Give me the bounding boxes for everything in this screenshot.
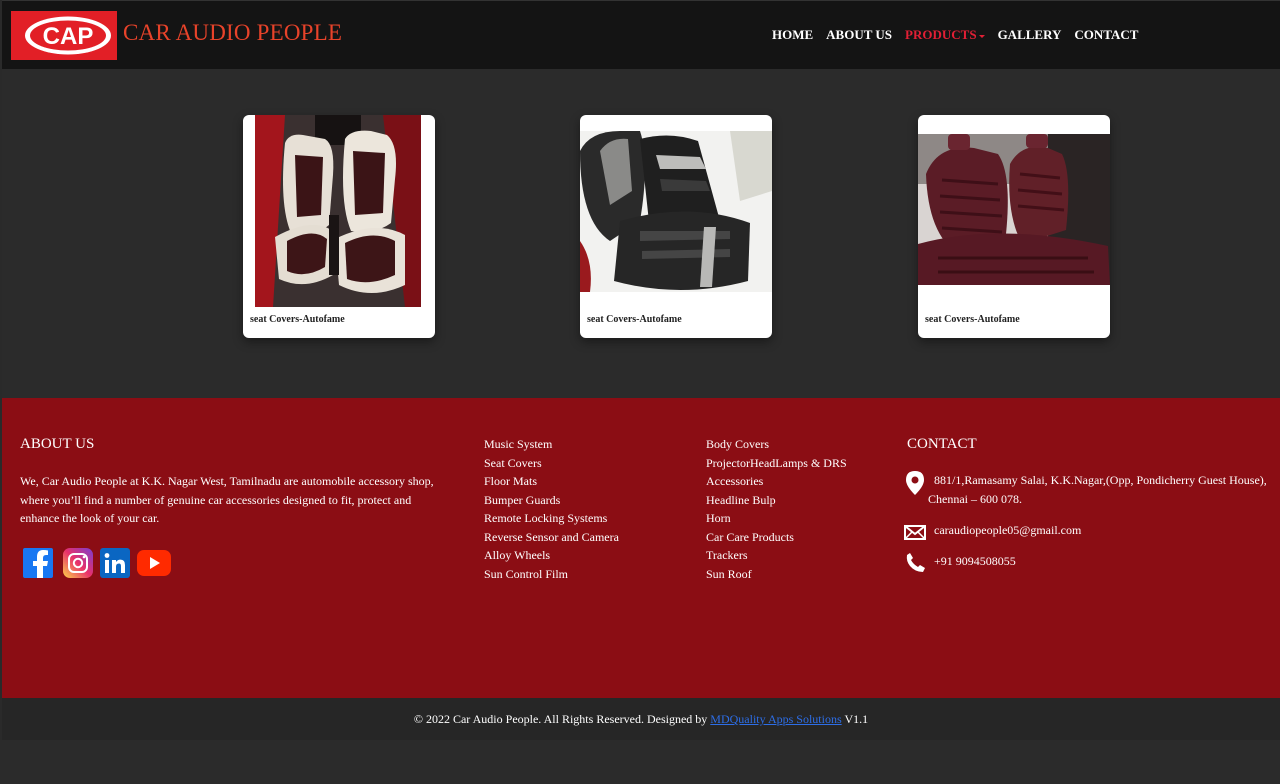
designer-link[interactable]: MDQuality Apps Solutions [710, 712, 841, 726]
nav-products[interactable]: PRODUCTS [905, 27, 985, 43]
chevron-down-icon [978, 34, 985, 38]
instagram-icon[interactable] [63, 548, 95, 580]
footer-link[interactable]: Accessories [706, 472, 847, 491]
svg-text:CAP: CAP [43, 23, 94, 50]
footer-link[interactable]: Music System [484, 435, 619, 454]
linkedin-icon[interactable] [100, 548, 132, 580]
main-nav: HOME ABOUT US PRODUCTS GALLERY CONTACT [772, 27, 1151, 43]
products-section: seat Covers-Autofame seat Covers-Autofam… [2, 69, 1280, 398]
product-card[interactable]: seat Covers-Autofame [580, 115, 772, 338]
site-footer: ABOUT US We, Car Audio People at K.K. Na… [2, 398, 1280, 698]
version-label: V1.1 [844, 712, 869, 726]
footer-link[interactable]: Horn [706, 509, 847, 528]
nav-gallery[interactable]: GALLERY [998, 27, 1062, 43]
page-bottom-area [0, 740, 1280, 784]
brand-name[interactable]: CAR AUDIO PEOPLE [123, 20, 342, 46]
about-title: ABOUT US [20, 436, 95, 452]
product-caption: seat Covers-Autofame [925, 314, 1020, 325]
copyright-text: © 2022 Car Audio People. All Rights Rese… [2, 712, 1280, 727]
nav-contact[interactable]: CONTACT [1074, 27, 1138, 43]
mail-icon [904, 525, 926, 545]
phone-icon [906, 553, 925, 577]
footer-link[interactable]: Seat Covers [484, 454, 619, 473]
about-text: We, Car Audio People at K.K. Nagar West,… [20, 474, 434, 525]
product-links-col2: Body Covers ProjectorHeadLamps & DRS Acc… [706, 435, 847, 583]
nav-home[interactable]: HOME [772, 27, 813, 43]
site-header: CAP CAR AUDIO PEOPLE HOME ABOUT US PRODU… [2, 0, 1280, 69]
maroon-seat-covers-photo [918, 134, 1110, 285]
footer-link[interactable]: Body Covers [706, 435, 847, 454]
product-card[interactable]: seat Covers-Autofame [918, 115, 1110, 338]
white-seat-covers-photo [255, 115, 421, 307]
copyright-label: © 2022 Car Audio People. All Rights Rese… [413, 712, 708, 726]
product-caption: seat Covers-Autofame [587, 314, 682, 325]
footer-link[interactable]: Car Care Products [706, 528, 847, 547]
address-line-1: 881/1,Ramasamy Salai, K.K.Nagar,(Opp, Po… [934, 473, 1267, 487]
black-seat-covers-photo [580, 131, 772, 292]
footer-link[interactable]: Bumper Guards [484, 491, 619, 510]
contact-phone[interactable]: +91 9094508055 [934, 552, 1016, 570]
youtube-icon[interactable] [137, 550, 171, 582]
nav-products-label: PRODUCTS [905, 27, 977, 42]
facebook-icon[interactable] [23, 548, 55, 580]
footer-link[interactable]: Alloy Wheels [484, 546, 619, 565]
nav-about-us[interactable]: ABOUT US [826, 27, 892, 43]
contact-email[interactable]: caraudiopeople05@gmail.com [934, 521, 1081, 539]
footer-link[interactable]: Trackers [706, 546, 847, 565]
site-logo[interactable]: CAP [11, 11, 117, 60]
footer-link[interactable]: Remote Locking Systems [484, 509, 619, 528]
product-links-col1: Music System Seat Covers Floor Mats Bump… [484, 435, 619, 583]
product-card[interactable]: seat Covers-Autofame [243, 115, 435, 338]
footer-link[interactable]: Sun Control Film [484, 565, 619, 584]
copyright-bar: © 2022 Car Audio People. All Rights Rese… [2, 698, 1280, 740]
product-caption: seat Covers-Autofame [250, 314, 345, 325]
contact-title: CONTACT [907, 436, 977, 452]
location-pin-icon [906, 471, 924, 500]
footer-link[interactable]: Floor Mats [484, 472, 619, 491]
footer-link[interactable]: ProjectorHeadLamps & DRS [706, 454, 847, 473]
footer-link[interactable]: Reverse Sensor and Camera [484, 528, 619, 547]
footer-link[interactable]: Headline Bulp [706, 491, 847, 510]
address-line-2: Chennai – 600 078. [928, 492, 1022, 506]
footer-link[interactable]: Sun Roof [706, 565, 847, 584]
